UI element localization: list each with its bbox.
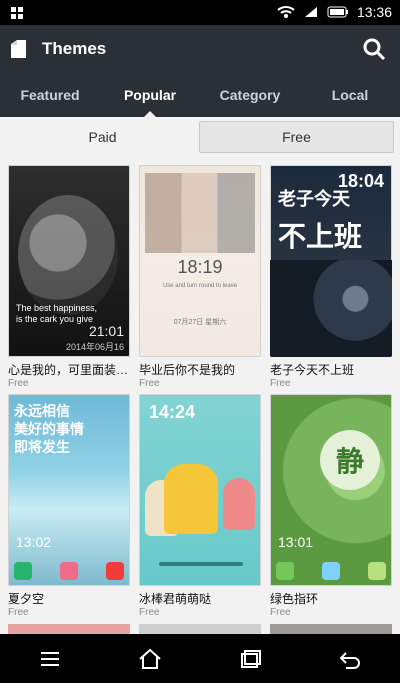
category-tabs: Featured Popular Category Local [0, 73, 400, 117]
battery-icon [327, 6, 348, 18]
theme-card[interactable]: The best happiness, is the cark you give… [8, 165, 130, 389]
thumbnail-time: 13:02 [16, 534, 52, 550]
tab-local[interactable]: Local [300, 73, 400, 117]
thumbnail-time: 14:24 [149, 402, 196, 422]
status-bar: 13:36 [0, 0, 400, 25]
unlock-slider [159, 562, 243, 566]
app-grid-icon [11, 7, 23, 19]
paid-free-segment: Paid Free [0, 117, 400, 157]
home-icon[interactable] [136, 645, 164, 673]
theme-card[interactable]: 永远相信 美好的事情 即将发生 13:02 夏夕空 Free [8, 394, 130, 618]
price-tag: Free [270, 607, 291, 618]
thumbnail-time: 18:19 [177, 257, 223, 277]
messages-icon [106, 562, 124, 580]
theme-thumbnail[interactable]: 静 13:01 [270, 394, 392, 586]
theme-thumbnail-partial[interactable] [139, 624, 261, 634]
theme-grid: The best happiness, is the cark you give… [0, 157, 400, 634]
tab-popular[interactable]: Popular [100, 73, 200, 117]
tab-category[interactable]: Category [200, 73, 300, 117]
tab-featured[interactable]: Featured [0, 73, 100, 117]
badge-glyph: 静 [320, 430, 380, 490]
app-header: Themes [0, 25, 400, 73]
thumbnail-date: 2014年06月16 [65, 342, 124, 352]
dock-icons [14, 562, 124, 580]
thumbnail-text: 不上班 [278, 221, 363, 252]
segment-paid[interactable]: Paid [6, 121, 199, 153]
app-logo-icon [11, 40, 26, 58]
back-icon[interactable] [336, 645, 364, 673]
thumbnail-date: 07月27日 星期六 [173, 319, 227, 326]
theme-name: 毕业后你不是我的 [139, 363, 236, 377]
thumbnail-caption: The best happiness, is the cark you give [16, 303, 98, 324]
contacts-icon [322, 562, 340, 580]
contacts-icon [60, 562, 78, 580]
thumbnail-text: 老子今天 [278, 189, 350, 209]
price-tag: Free [270, 378, 291, 389]
price-tag: Free [139, 607, 160, 618]
wifi-icon [277, 6, 295, 18]
photo-scene [270, 260, 392, 357]
phone-icon [276, 562, 294, 580]
thumbnail-time: 13:01 [278, 534, 314, 550]
popsicle-figure [164, 464, 218, 534]
theme-thumbnail-partial[interactable] [8, 624, 130, 634]
popsicle-figure [223, 478, 255, 530]
theme-thumbnail[interactable]: 永远相信 美好的事情 即将发生 13:02 [8, 394, 130, 586]
messages-icon [368, 562, 386, 580]
status-time: 13:36 [356, 4, 392, 20]
theme-card[interactable]: 18:19 Use and turn round to leave 07月27日… [139, 165, 261, 389]
theme-name: 夏夕空 [8, 592, 45, 606]
theme-thumbnail-partial[interactable] [270, 624, 392, 634]
recent-apps-icon[interactable] [236, 645, 264, 673]
price-tag: Free [8, 378, 29, 389]
theme-thumbnail[interactable]: 18:04 老子今天 不上班 [270, 165, 392, 357]
theme-name: 冰棒君萌萌哒 [139, 592, 212, 606]
page-title: Themes [42, 39, 107, 58]
phone-icon [14, 562, 32, 580]
theme-name: 绿色指环 [270, 592, 319, 606]
thumbnail-subtitle: Use and turn round to leave [162, 283, 238, 289]
theme-card[interactable]: 18:04 老子今天 不上班 老子今天不上班 Free [270, 165, 392, 389]
photo-collage [145, 173, 255, 253]
theme-card[interactable]: 14:24 冰棒君萌萌哒 Free [139, 394, 261, 618]
theme-card[interactable]: 静 13:01 绿色指环 Free [270, 394, 392, 618]
photo-figure [18, 195, 118, 315]
search-icon[interactable] [362, 37, 386, 61]
segment-free[interactable]: Free [199, 121, 394, 153]
theme-thumbnail[interactable]: 14:24 [139, 394, 261, 586]
theme-thumbnail[interactable]: The best happiness, is the cark you give… [8, 165, 130, 357]
signal-icon [304, 7, 317, 17]
menu-icon[interactable] [36, 645, 64, 673]
thumbnail-time: 21:01 [88, 323, 124, 339]
price-tag: Free [139, 378, 160, 389]
thumbnail-text: 永远相信 美好的事情 即将发生 [14, 403, 84, 455]
theme-name: 心是我的，可里面装的... [8, 363, 130, 377]
dock-icons [276, 562, 386, 580]
theme-name: 老子今天不上班 [270, 363, 355, 377]
navigation-bar [0, 634, 400, 683]
theme-thumbnail[interactable]: 18:19 Use and turn round to leave 07月27日… [139, 165, 261, 357]
price-tag: Free [8, 607, 29, 618]
